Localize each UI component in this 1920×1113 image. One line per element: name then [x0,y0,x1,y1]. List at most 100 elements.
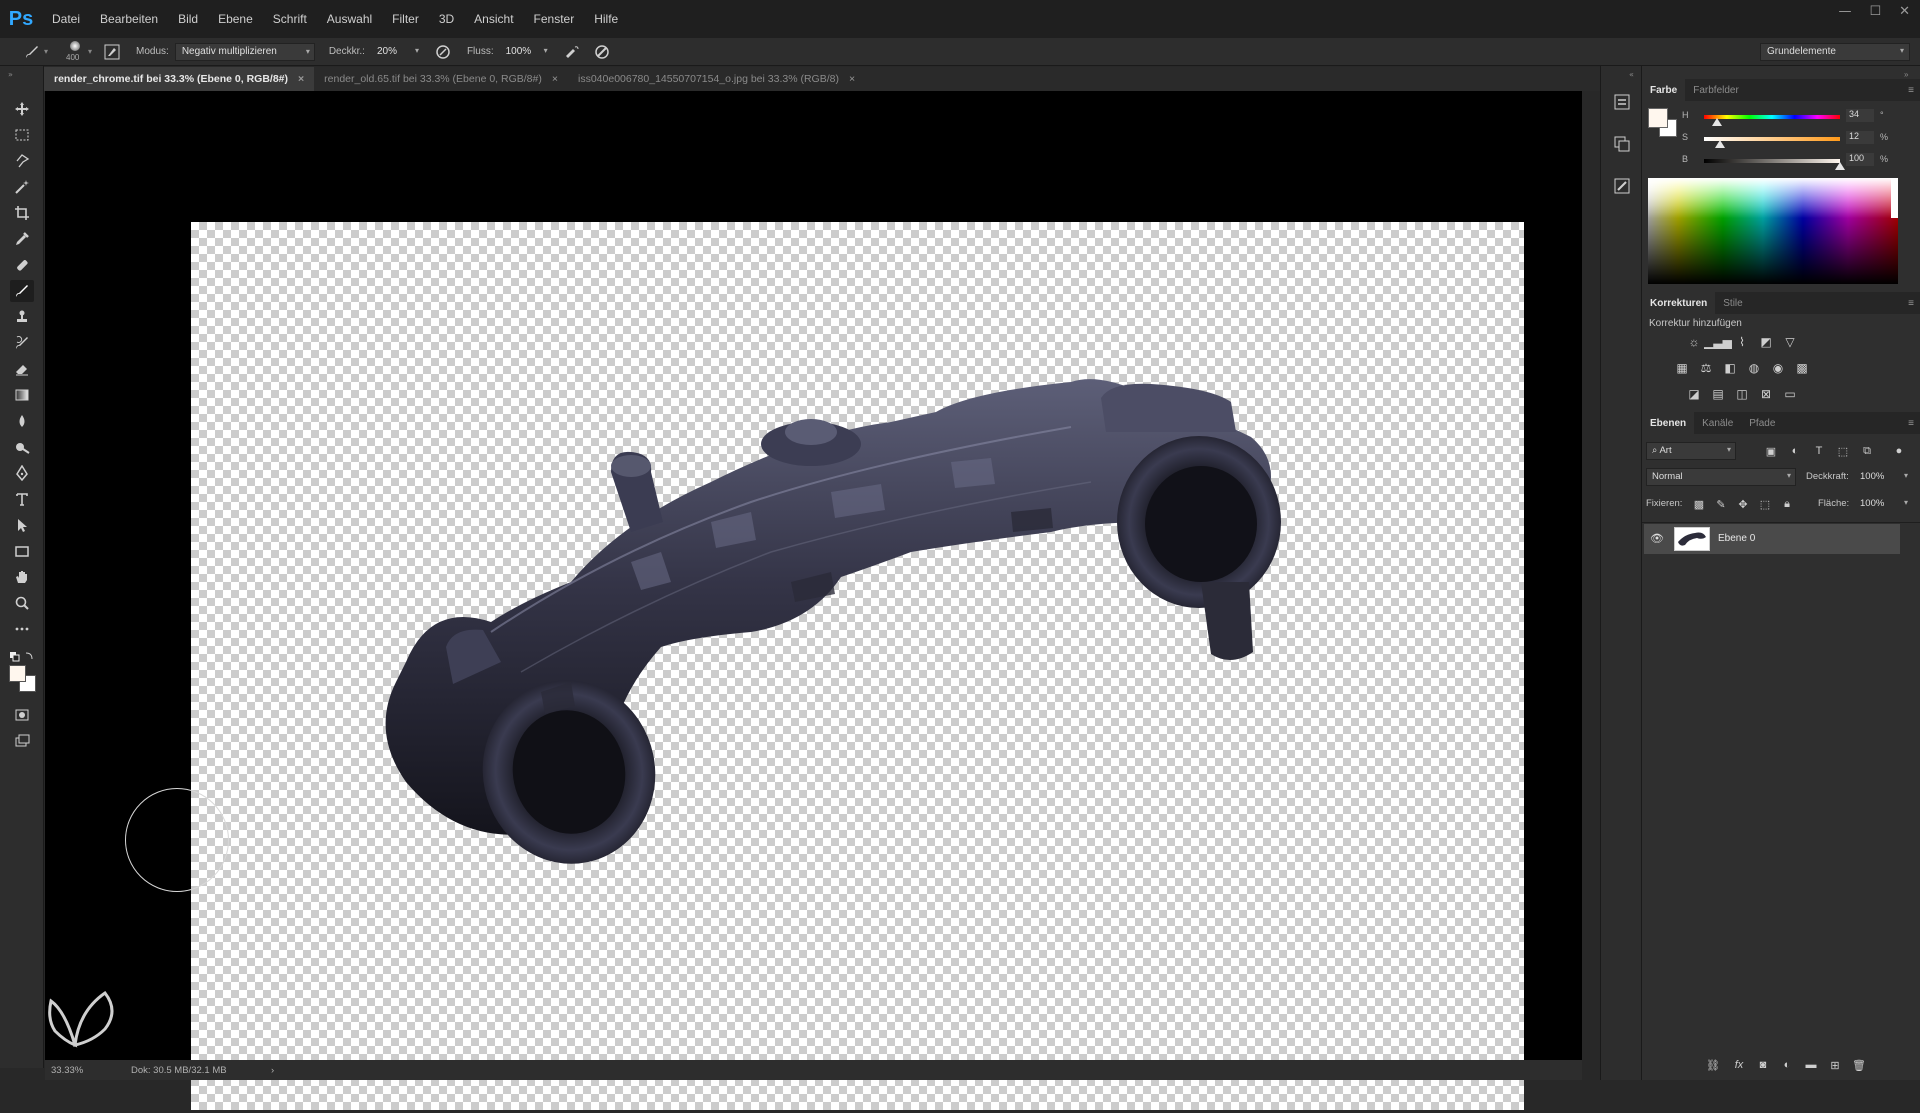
add-mask-icon[interactable]: ◙ [1756,1058,1770,1072]
brush-preset-caret-icon[interactable]: ▾ [44,47,48,56]
hue-thumb[interactable] [1711,118,1722,126]
default-colors-icon[interactable] [10,650,34,662]
zoom-tool-icon[interactable] [10,592,34,614]
lock-artboard-icon[interactable]: ⬚ [1758,497,1772,511]
tab-ebenen[interactable]: Ebenen [1642,412,1695,434]
tab-render-chrome[interactable]: render_chrome.tif bei 33.3% (Ebene 0, RG… [44,67,315,91]
panel-menu-icon[interactable]: ≡ [1908,298,1914,309]
layer-row[interactable]: 👁︎ Ebene 0 [1644,524,1900,554]
foreground-color-swatch[interactable] [1648,108,1668,128]
quick-mask-icon[interactable] [10,704,34,726]
panel-collapse-icon[interactable]: » [8,70,13,79]
layer-filter-dropdown[interactable]: ⌕ Art ▾ [1646,442,1736,460]
flow-field[interactable]: 100% ▾ [500,43,552,61]
filter-shape-icon[interactable]: ⬚ [1836,444,1850,458]
blend-mode-dropdown[interactable]: Normal ▾ [1646,468,1796,486]
delete-layer-icon[interactable]: 🗑︎ [1852,1058,1866,1072]
pressure-opacity-icon[interactable] [433,42,453,62]
rectangle-tool-icon[interactable] [10,540,34,562]
new-adjustment-layer-icon[interactable]: ◐ [1780,1058,1794,1072]
selective-color-icon[interactable]: ⊠ [1758,386,1774,402]
brush-preset-icon[interactable] [22,42,42,62]
maximize-button[interactable]: ☐ [1869,4,1881,19]
brightness-track[interactable] [1704,159,1840,163]
properties-panel-icon[interactable] [1612,92,1632,112]
channel-mixer-icon[interactable]: ◉ [1770,360,1786,376]
history-brush-tool-icon[interactable] [10,332,34,354]
menu-filter[interactable]: Filter [382,12,429,26]
magic-wand-tool-icon[interactable] [10,176,34,198]
mode-dropdown[interactable]: Negativ multiplizieren ▾ [174,42,315,61]
status-menu-arrow-icon[interactable]: › [271,1065,274,1076]
lock-transparency-icon[interactable]: ▩ [1692,497,1706,511]
brush-size-picker[interactable]: 400 [62,39,88,65]
opacity-field[interactable]: 20% ▾ [371,43,423,61]
color-lookup-icon[interactable]: ▩ [1794,360,1810,376]
tab-pfade[interactable]: Pfade [1741,412,1783,434]
menu-auswahl[interactable]: Auswahl [317,12,382,26]
vibrance-icon[interactable]: ▽ [1782,334,1798,350]
menu-bearbeiten[interactable]: Bearbeiten [90,12,168,26]
hue-saturation-icon[interactable]: ▦ [1674,360,1690,376]
dodge-tool-icon[interactable] [10,436,34,458]
tab-farbfelder[interactable]: Farbfelder [1685,79,1747,101]
menu-schrift[interactable]: Schrift [263,12,317,26]
layer-opacity-value[interactable]: 100% [1860,471,1884,482]
invert-icon[interactable]: ◪ [1686,386,1702,402]
saturation-value[interactable]: 12 [1846,131,1874,144]
hue-value[interactable]: 34 [1846,109,1874,122]
panel-collapse-icon[interactable]: « [1629,70,1634,79]
chevron-down-icon[interactable]: ▾ [544,46,548,55]
chevron-down-icon[interactable]: ▾ [1904,498,1908,507]
color-spectrum[interactable] [1648,178,1898,284]
brush-size-caret-icon[interactable]: ▾ [88,47,92,56]
brightness-slider[interactable]: B 100 % [1682,153,1918,170]
lock-pixels-icon[interactable]: ✎ [1714,497,1728,511]
brush-panel-toggle-icon[interactable] [102,42,122,62]
eye-icon[interactable]: 👁︎ [1650,532,1664,545]
layer-style-icon[interactable]: fx [1732,1058,1746,1072]
tab-farbe[interactable]: Farbe [1642,79,1686,101]
menu-datei[interactable]: Datei [42,12,90,26]
photo-filter-icon[interactable]: ◍ [1746,360,1762,376]
foreground-color-swatch[interactable] [9,665,26,682]
gradient-map-icon[interactable]: ▭ [1782,386,1798,402]
eraser-tool-icon[interactable] [10,358,34,380]
saturation-thumb[interactable] [1715,140,1726,148]
close-tab-icon[interactable]: × [298,73,304,85]
panel-menu-icon[interactable]: ≡ [1908,418,1914,429]
filter-smart-object-icon[interactable]: ⧉ [1860,444,1874,458]
workspace-dropdown[interactable]: Grundelemente ▾ [1760,43,1910,61]
close-tab-icon[interactable]: × [552,73,558,85]
zoom-level[interactable]: 33.33% [51,1065,121,1076]
blur-tool-icon[interactable] [10,410,34,432]
threshold-icon[interactable]: ◫ [1734,386,1750,402]
filter-toggle-icon[interactable]: ● [1892,444,1906,458]
filter-pixel-icon[interactable]: ▣ [1764,444,1778,458]
saturation-slider[interactable]: S 12 % [1682,131,1918,148]
path-selection-tool-icon[interactable] [10,514,34,536]
brightness-value[interactable]: 100 [1846,153,1874,166]
eyedropper-tool-icon[interactable] [10,228,34,250]
tab-stile[interactable]: Stile [1715,292,1750,314]
chevron-down-icon[interactable]: ▾ [415,46,419,55]
filter-type-icon[interactable]: T [1812,444,1826,458]
pen-tool-icon[interactable] [10,462,34,484]
pressure-size-icon[interactable] [592,42,612,62]
link-layers-icon[interactable]: ⛓︎ [1706,1058,1720,1072]
tab-korrekturen[interactable]: Korrekturen [1642,292,1716,314]
fill-value[interactable]: 100% [1860,498,1884,509]
lock-all-icon[interactable]: 🔒︎ [1780,497,1794,511]
new-group-icon[interactable]: ▬ [1804,1058,1818,1072]
stamp-tool-icon[interactable] [10,306,34,328]
tab-render-old[interactable]: render_old.65.tif bei 33.3% (Ebene 0, RG… [314,67,568,91]
healing-brush-tool-icon[interactable] [10,254,34,276]
brightness-icon[interactable]: ☼ [1686,334,1702,350]
hand-tool-icon[interactable] [10,566,34,588]
chevron-down-icon[interactable]: ▾ [1904,471,1908,480]
menu-ansicht[interactable]: Ansicht [464,12,523,26]
menu-hilfe[interactable]: Hilfe [584,12,628,26]
tab-iss-photo[interactable]: iss040e006780_14550707154_o.jpg bei 33.3… [568,67,866,91]
filter-adjustment-icon[interactable]: ◐ [1788,444,1802,458]
move-tool-icon[interactable] [10,98,34,120]
